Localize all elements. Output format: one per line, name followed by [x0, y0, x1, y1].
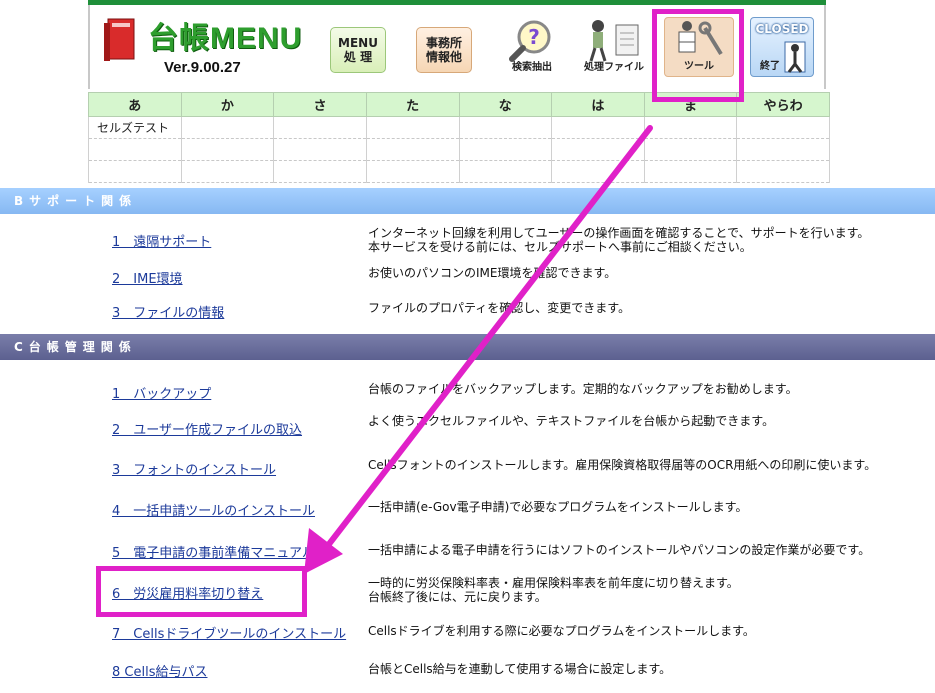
file-info-link[interactable]: 3 ファイルの情報 [112, 302, 224, 321]
table-cell [736, 138, 830, 161]
desc-line: 台帳終了後には、元に戻ります。 [368, 590, 547, 604]
tools-button[interactable]: ツール [664, 17, 734, 77]
kana-tab-ha[interactable]: は [551, 92, 645, 117]
import-user-files-desc: よく使うエクセルファイルや、テキストファイルを台帳から起動できます。 [368, 414, 775, 428]
kana-tab-ka[interactable]: か [180, 92, 275, 117]
kana-tab-ma[interactable]: ま [643, 92, 738, 117]
table-cell [551, 160, 645, 183]
kana-tab-yarawa[interactable]: やらわ [736, 92, 830, 117]
process-files-label: 処理ファイル [584, 62, 644, 73]
table-cell [458, 138, 553, 161]
desc-line: 本サービスを受ける前には、セルズサポートへ事前にご相談ください。 [368, 240, 752, 254]
file-info-desc: ファイルのプロパティを確認し、変更できます。 [368, 301, 631, 315]
process-files-button[interactable]: 処理ファイル [580, 17, 648, 77]
app-title: 台帳MENU [148, 22, 303, 55]
table-cell [365, 116, 460, 139]
menu-process-label: MENU 処 理 [338, 36, 378, 64]
table-cell [365, 138, 460, 161]
table-cell [88, 138, 182, 161]
table-cell [273, 160, 367, 183]
tools-label: ツール [684, 61, 714, 72]
menu-process-button[interactable]: MENU 処 理 [330, 27, 386, 73]
kana-index-table: あ か さ た な は ま やらわ セルズテスト [88, 92, 830, 183]
magnifier-icon: ? [509, 20, 551, 62]
ime-environment-link[interactable]: 2 IME環境 [112, 268, 183, 287]
install-fonts-desc: Cellsフォントのインストールします。雇用保険資格取得届等のOCR用紙への印刷… [368, 458, 877, 472]
search-extract-label: 検索抽出 [512, 62, 552, 73]
install-cells-drive-link[interactable]: 7 Cellsドライブツールのインストール [112, 623, 346, 642]
ime-environment-desc: お使いのパソコンのIME環境を確認できます。 [368, 266, 617, 280]
search-extract-button[interactable]: ? 検索抽出 [500, 17, 564, 77]
svg-text:?: ? [528, 25, 540, 49]
insurance-rate-switch-desc: 一時的に労災保険料率表・雇用保険料率表を前年度に切り替えます。 台帳終了後には、… [368, 576, 739, 604]
kana-tab-ta[interactable]: た [365, 92, 460, 117]
cells-payroll-path-desc: 台帳とCells給与を連動して使用する場合に設定します。 [368, 662, 672, 676]
kana-tab-a[interactable]: あ [88, 92, 182, 117]
backup-link[interactable]: 1 バックアップ [112, 383, 211, 402]
section-c-header: C台帳管理関係 [0, 334, 935, 360]
table-cell [180, 160, 275, 183]
table-cell [180, 116, 275, 139]
insurance-rate-switch-link[interactable]: 6 労災雇用料率切り替え [112, 583, 263, 602]
office-info-button[interactable]: 事務所 情報他 [416, 27, 472, 73]
book-logo-icon [104, 18, 135, 61]
table-row: セルズテスト [88, 116, 830, 139]
table-row [88, 138, 830, 161]
table-row [88, 160, 830, 183]
install-batch-tool-desc: 一括申請(e-Gov電子申請)で必要なプログラムをインストールします。 [368, 500, 748, 514]
worker-files-icon [589, 20, 639, 62]
table-cell [458, 116, 553, 139]
table-cell [273, 138, 367, 161]
backup-desc: 台帳のファイルをバックアップします。定期的なバックアップをお勧めします。 [368, 382, 798, 396]
install-cells-drive-desc: Cellsドライブを利用する際に必要なプログラムをインストールします。 [368, 624, 755, 638]
cells-payroll-path-link[interactable]: 8 Cells給与パス [112, 661, 207, 680]
table-cell [365, 160, 460, 183]
table-cell [551, 138, 645, 161]
table-cell [736, 116, 830, 139]
table-cell [643, 160, 738, 183]
import-user-files-link[interactable]: 2 ユーザー作成ファイルの取込 [112, 419, 302, 438]
remote-support-desc: インターネット回線を利用してユーザーの操作画面を確認することで、サポートを行いま… [368, 226, 869, 254]
company-cell[interactable]: セルズテスト [88, 116, 182, 139]
install-batch-tool-link[interactable]: 4 一括申請ツールのインストール [112, 500, 315, 519]
install-fonts-link[interactable]: 3 フォントのインストール [112, 459, 276, 478]
table-cell [551, 116, 645, 139]
closed-sub-label: 終了 [760, 61, 780, 72]
table-cell [458, 160, 553, 183]
section-b-header: Bサポート関係 [0, 188, 935, 214]
app-header: 台帳MENU Ver.9.00.27 MENU 処 理 事務所 情報他 ? 検索… [88, 5, 826, 89]
version-label: Ver.9.00.27 [164, 59, 241, 76]
table-cell [88, 160, 182, 183]
kana-tab-na[interactable]: な [458, 92, 553, 117]
e-application-manual-desc: 一括申請による電子申請を行うにはソフトのインストールやパソコンの設定作業が必要で… [368, 543, 871, 557]
e-application-manual-link[interactable]: 5 電子申請の事前準備マニュアル [112, 542, 315, 561]
kana-tab-sa[interactable]: さ [273, 92, 367, 117]
office-info-label: 事務所 情報他 [425, 36, 462, 64]
close-button[interactable]: CLOSED 終了 [750, 17, 814, 77]
remote-support-link[interactable]: 1 遠隔サポート [112, 231, 211, 250]
table-cell [643, 138, 738, 161]
desc-line: インターネット回線を利用してユーザーの操作画面を確認することで、サポートを行いま… [368, 226, 870, 240]
table-cell [180, 138, 275, 161]
kana-header-row: あ か さ た な は ま やらわ [88, 92, 830, 117]
table-cell [273, 116, 367, 139]
table-cell [643, 116, 738, 139]
desc-line: 一時的に労災保険料率表・雇用保険料率表を前年度に切り替えます。 [368, 576, 739, 590]
table-cell [736, 160, 830, 183]
